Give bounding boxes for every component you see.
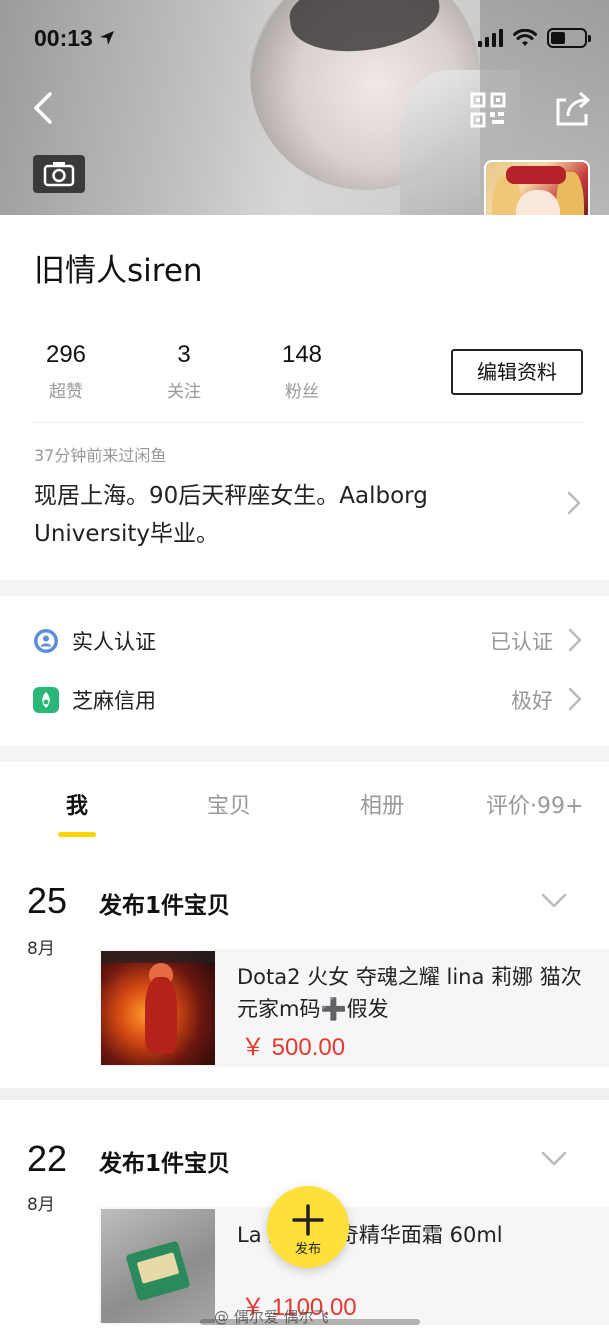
tab-items[interactable]: 宝贝 <box>207 788 251 820</box>
status-bar: 00:13 <box>34 22 591 54</box>
profile-bio[interactable]: 现居上海。90后天秤座女生。Aalborg University毕业。 <box>34 477 534 553</box>
avatar-bow <box>506 166 566 184</box>
plus-icon <box>292 1204 324 1236</box>
stat-likes[interactable]: 296 超赞 <box>21 341 111 402</box>
battery-icon <box>547 28 591 48</box>
stat-value: 296 <box>45 341 87 368</box>
camera-icon <box>43 162 75 187</box>
sesame-credit-icon <box>33 687 59 713</box>
listing-thumbnail <box>101 1209 215 1323</box>
active-tab-indicator <box>58 832 96 837</box>
publish-label: 发布 <box>294 1242 321 1257</box>
profile-tabs: 我 宝贝 相册 评价·99+ <box>0 762 609 842</box>
profile-section: 旧情人siren 296 超赞 3 关注 148 粉丝 编辑资料 37分钟前来过… <box>0 215 609 580</box>
post-day: 22 <box>27 1138 68 1179</box>
divider <box>32 422 585 423</box>
post-day: 25 <box>27 880 68 921</box>
thumb-figure <box>145 977 177 1053</box>
verification-section: 实人认证 已认证 芝麻信用 极好 <box>0 596 609 746</box>
real-name-verification-row[interactable]: 实人认证 已认证 <box>0 614 609 670</box>
tab-me[interactable]: 我 <box>66 788 88 820</box>
edit-profile-button[interactable]: 编辑资料 <box>451 349 583 395</box>
stat-followers[interactable]: 148 粉丝 <box>257 341 347 402</box>
publish-button[interactable]: 发布 <box>267 1186 349 1268</box>
chevron-right-icon <box>568 628 582 652</box>
timeline-post: 25 8月 发布1件宝贝 Dota2 火女 夺魂之耀 lina 莉娜 猫次元家m… <box>0 842 609 1088</box>
tab-album[interactable]: 相册 <box>360 788 404 820</box>
stat-value: 148 <box>281 341 323 368</box>
divider <box>0 1088 609 1100</box>
listing-thumbnail <box>101 951 215 1065</box>
last-seen-text: 37分钟前来过闲鱼 <box>34 446 167 465</box>
tab-reviews[interactable]: 评价·99+ <box>486 788 583 820</box>
qr-code-icon[interactable] <box>470 92 506 128</box>
person-verify-icon <box>34 629 58 653</box>
status-time: 00:13 <box>34 24 93 51</box>
chevron-down-icon[interactable] <box>540 1150 568 1168</box>
location-arrow-icon <box>99 31 114 45</box>
post-month: 8月 <box>27 1195 55 1215</box>
listing-card[interactable]: Dota2 火女 夺魂之耀 lina 莉娜 猫次元家m码➕假发 ￥ 500.00 <box>99 949 609 1067</box>
stat-label: 关注 <box>167 382 201 402</box>
stat-label: 粉丝 <box>285 382 319 402</box>
post-month: 8月 <box>27 939 55 959</box>
verification-status: 极好 <box>511 689 553 713</box>
back-icon[interactable] <box>30 90 56 126</box>
profile-stats: 296 超赞 3 关注 148 粉丝 <box>0 341 450 411</box>
listing-price: ￥ 500.00 <box>241 1034 346 1061</box>
share-icon[interactable] <box>552 88 592 128</box>
chevron-down-icon[interactable] <box>540 892 568 910</box>
stat-label: 超赞 <box>49 382 83 402</box>
stat-value: 3 <box>177 341 191 368</box>
verification-label: 实人认证 <box>72 630 156 654</box>
verification-status: 已认证 <box>490 630 553 654</box>
stat-following[interactable]: 3 关注 <box>139 341 229 402</box>
change-cover-camera-button[interactable] <box>33 155 85 193</box>
post-title: 发布1件宝贝 <box>99 893 231 919</box>
home-indicator <box>200 1319 420 1325</box>
sesame-credit-row[interactable]: 芝麻信用 极好 <box>0 673 609 729</box>
verification-label: 芝麻信用 <box>72 689 156 713</box>
chevron-right-icon[interactable] <box>566 490 582 516</box>
profile-name: 旧情人siren <box>34 253 203 289</box>
cellular-signal-icon <box>478 29 503 47</box>
listing-title: Dota2 火女 夺魂之耀 lina 莉娜 猫次元家m码➕假发 <box>237 965 582 1021</box>
chevron-right-icon <box>568 687 582 711</box>
listing-card[interactable]: La 之谜 神奇精华面霜 60ml ￥ 1100.00 <box>99 1207 609 1325</box>
post-title: 发布1件宝贝 <box>99 1151 231 1177</box>
wifi-icon <box>513 29 537 46</box>
thumb-banner <box>101 951 215 963</box>
